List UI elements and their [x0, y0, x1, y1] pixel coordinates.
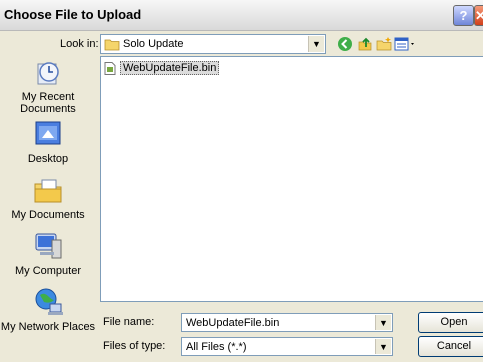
- file-type-label: Files of type:: [103, 340, 166, 352]
- file-name-label: File name:: [103, 316, 155, 328]
- places-label: Desktop: [27, 153, 69, 165]
- places-label: My Computer: [14, 265, 82, 277]
- file-name-input[interactable]: WebUpdateFile.bin ▼: [181, 313, 393, 332]
- up-folder-icon[interactable]: [357, 36, 373, 52]
- places-item-recent-documents[interactable]: My Recent Documents: [0, 56, 96, 115]
- chevron-down-icon[interactable]: ▼: [375, 339, 391, 354]
- title-bar: Choose File to Upload ? ✕: [0, 0, 483, 31]
- places-label: My Network Places: [0, 321, 96, 333]
- places-item-desktop[interactable]: Desktop: [0, 118, 96, 165]
- look-in-value: Solo Update: [123, 38, 184, 50]
- bin-file-icon: [104, 61, 116, 75]
- folder-icon: [104, 39, 120, 51]
- look-in-label: Look in:: [60, 38, 99, 50]
- file-name-text: WebUpdateFile.bin: [120, 61, 220, 75]
- file-type-value: All Files (*.*): [186, 341, 247, 353]
- help-button[interactable]: ?: [453, 5, 474, 26]
- back-icon[interactable]: [337, 36, 353, 52]
- open-button[interactable]: Open: [418, 312, 483, 333]
- cancel-button[interactable]: Cancel: [418, 336, 483, 357]
- places-label: My Documents: [11, 209, 85, 221]
- places-item-my-documents[interactable]: My Documents: [0, 174, 96, 221]
- file-name-value: WebUpdateFile.bin: [186, 317, 280, 329]
- places-item-network-places[interactable]: My Network Places: [0, 286, 96, 333]
- places-item-my-computer[interactable]: My Computer: [0, 230, 96, 277]
- close-button[interactable]: ✕: [474, 5, 483, 26]
- recent-documents-icon: [37, 62, 59, 85]
- my-documents-icon: [34, 179, 62, 203]
- desktop-icon: [35, 121, 61, 145]
- my-computer-icon: [35, 233, 62, 259]
- chevron-down-icon[interactable]: ▼: [308, 36, 324, 52]
- places-bar: My Recent Documents Desktop My Documents…: [0, 54, 96, 344]
- file-list[interactable]: WebUpdateFile.bin: [100, 56, 483, 302]
- look-in-combo[interactable]: Solo Update ▼: [100, 34, 326, 54]
- file-type-select[interactable]: All Files (*.*) ▼: [181, 337, 393, 356]
- network-places-icon: [35, 288, 63, 315]
- new-folder-icon[interactable]: [376, 36, 392, 52]
- list-item[interactable]: WebUpdateFile.bin: [104, 61, 220, 75]
- dialog-title: Choose File to Upload: [4, 7, 142, 22]
- view-menu-icon[interactable]: [394, 36, 418, 52]
- chevron-down-icon[interactable]: ▼: [375, 315, 391, 330]
- places-label: My Recent Documents: [20, 91, 76, 115]
